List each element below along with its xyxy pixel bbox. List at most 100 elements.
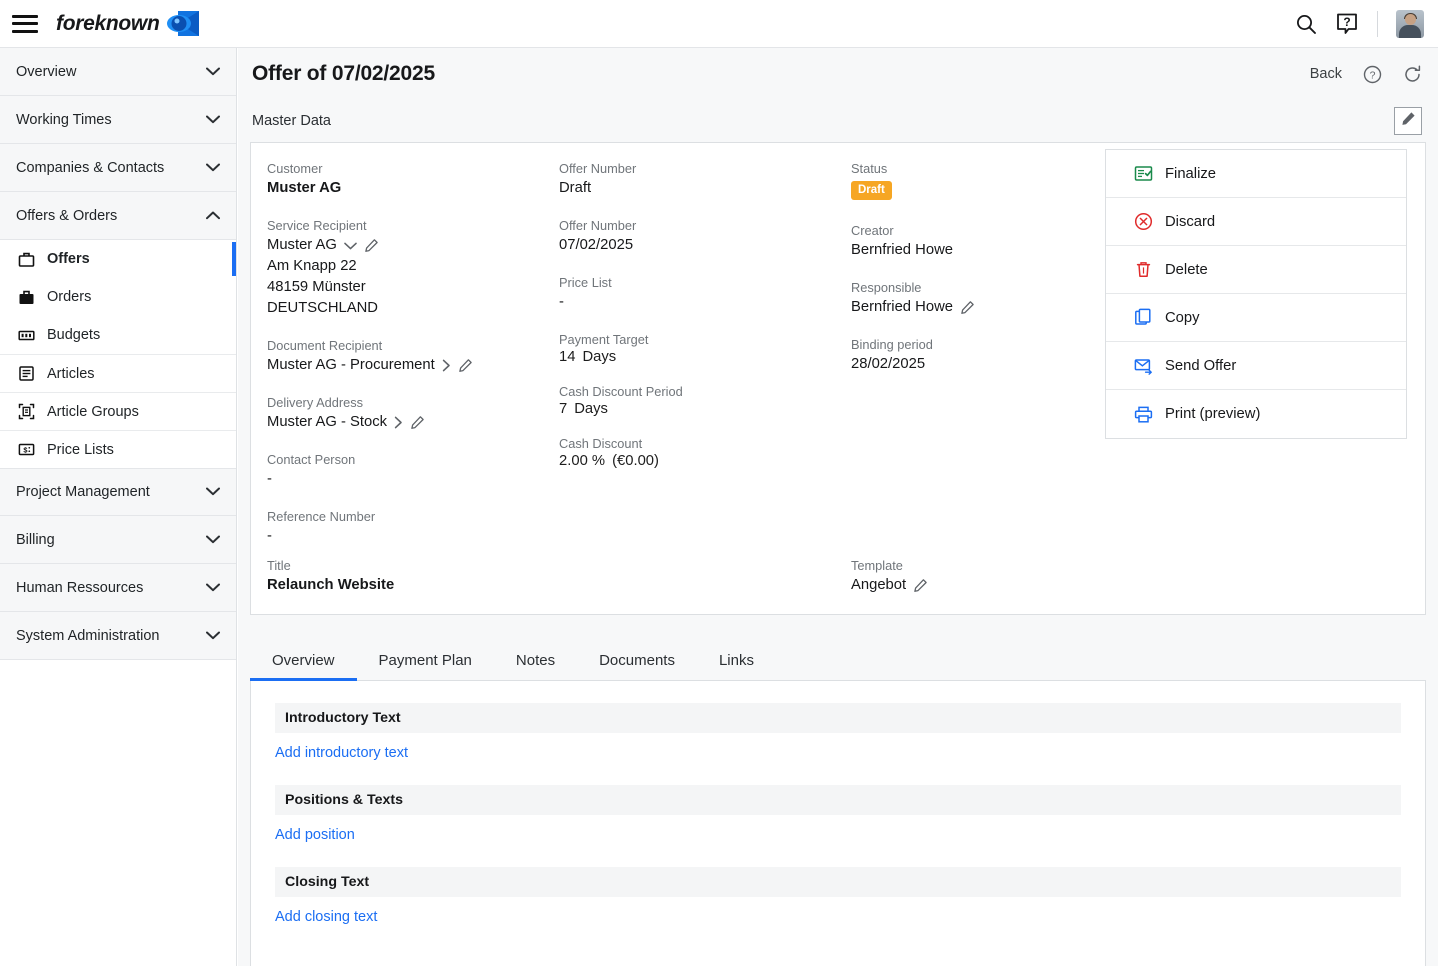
- sidebar-group-label: Offers & Orders: [16, 207, 118, 224]
- field-value: 14: [559, 349, 576, 365]
- address-line-1: Am Knapp 22: [267, 258, 357, 274]
- pencil-icon[interactable]: [410, 415, 425, 430]
- sidebar-group-working-times[interactable]: Working Times: [0, 96, 236, 144]
- sidebar-group-label: Project Management: [16, 484, 150, 500]
- field-delivery-address: Delivery Address Muster AG - Stock: [267, 393, 527, 433]
- help-icon[interactable]: ?: [1335, 12, 1359, 36]
- field-contact-person: Contact Person -: [267, 450, 527, 490]
- field-amount: (€0.00): [612, 453, 659, 469]
- sidebar-item-article-groups[interactable]: Article Groups: [0, 392, 236, 430]
- sidebar: Overview Working Times Companies & Conta…: [0, 48, 237, 966]
- action-delete[interactable]: Delete: [1106, 246, 1406, 294]
- refresh-icon[interactable]: [1403, 64, 1422, 84]
- sidebar-group-label: Overview: [16, 63, 77, 80]
- chevron-down-icon[interactable]: [344, 242, 357, 250]
- action-send-offer[interactable]: Send Offer: [1106, 342, 1406, 390]
- action-copy[interactable]: Copy: [1106, 294, 1406, 342]
- field-value-row: Angebot: [851, 575, 1077, 596]
- master-data-subheader: Master Data: [238, 100, 1438, 142]
- sidebar-item-offers[interactable]: Offers: [0, 240, 236, 278]
- sidebar-item-price-lists[interactable]: $ Price Lists: [0, 430, 236, 468]
- article-icon: [17, 364, 36, 383]
- field-label: Customer: [267, 161, 323, 176]
- master-data-column-2: Offer Number Draft Offer Number 07/02/20…: [543, 159, 835, 596]
- pencil-icon[interactable]: [458, 358, 473, 373]
- tab-overview[interactable]: Overview: [250, 652, 357, 681]
- tab-links[interactable]: Links: [697, 652, 776, 680]
- field-label: Creator: [851, 223, 894, 238]
- pencil-icon[interactable]: [364, 238, 379, 253]
- sidebar-group-system-administration[interactable]: System Administration: [0, 612, 236, 660]
- sidebar-group-project-management[interactable]: Project Management: [0, 468, 236, 516]
- hamburger-menu-icon[interactable]: [12, 14, 38, 33]
- field-label: Reference Number: [267, 509, 376, 524]
- field-label: Delivery Address: [267, 395, 364, 410]
- chevron-right-icon[interactable]: [442, 359, 451, 372]
- pencil-icon: [1401, 111, 1416, 131]
- circle-x-icon: [1134, 212, 1153, 231]
- tab-payment-plan[interactable]: Payment Plan: [357, 652, 494, 680]
- tab-label: Overview: [272, 652, 335, 669]
- sidebar-group-offers-orders[interactable]: Offers & Orders: [0, 192, 236, 240]
- search-icon[interactable]: [1295, 13, 1317, 35]
- field-label: Contact Person: [267, 452, 356, 467]
- section-heading: Closing Text: [275, 867, 1401, 897]
- field-reference-number: Reference Number -: [267, 507, 527, 547]
- section-positions-texts: Positions & Texts Add position: [275, 785, 1401, 859]
- pencil-icon[interactable]: [913, 578, 928, 593]
- field-payment-target: Payment Target 14 Days: [559, 330, 819, 365]
- banknote-icon: [17, 326, 36, 345]
- svg-text:?: ?: [1343, 15, 1350, 29]
- master-data-card: Customer Muster AG Service Recipient Mus…: [250, 142, 1426, 615]
- bottom-spacer: [543, 556, 835, 596]
- field-value: -: [559, 294, 564, 310]
- user-avatar[interactable]: [1396, 9, 1424, 38]
- field-value: 28/02/2025: [851, 356, 926, 372]
- tab-notes[interactable]: Notes: [494, 652, 577, 680]
- sidebar-group-human-ressources[interactable]: Human Ressources: [0, 564, 236, 612]
- sidebar-item-label: Price Lists: [47, 441, 114, 458]
- sidebar-group-overview[interactable]: Overview: [0, 48, 236, 96]
- field-template: Template Angebot: [835, 556, 1093, 596]
- field-label: Responsible: [851, 280, 922, 295]
- field-value: Draft: [559, 180, 592, 196]
- field-label: Document Recipient: [267, 338, 383, 353]
- sidebar-item-orders[interactable]: Orders: [0, 278, 236, 316]
- chevron-down-icon: [206, 64, 220, 80]
- field-value: Muster AG: [267, 237, 337, 253]
- master-data-bottom-row: Title Relaunch Website Template Angebot: [251, 556, 1425, 596]
- overview-panel: Introductory Text Add introductory text …: [250, 681, 1426, 966]
- sidebar-group-label: Working Times: [16, 111, 112, 128]
- address-line-3: DEUTSCHLAND: [267, 300, 378, 316]
- sidebar-item-label: Offers: [47, 251, 90, 267]
- add-position-link[interactable]: Add position: [275, 815, 355, 859]
- question-circle-icon[interactable]: ?: [1363, 65, 1382, 84]
- action-finalize[interactable]: Finalize: [1106, 150, 1406, 198]
- action-label: Finalize: [1165, 165, 1216, 182]
- sidebar-group-billing[interactable]: Billing: [0, 516, 236, 564]
- briefcase-outline-icon: [17, 250, 36, 269]
- action-discard[interactable]: Discard: [1106, 198, 1406, 246]
- action-label: Delete: [1165, 261, 1208, 278]
- chevron-down-icon: [206, 580, 220, 596]
- sidebar-group-label: Billing: [16, 531, 55, 548]
- sidebar-item-articles[interactable]: Articles: [0, 354, 236, 392]
- back-button[interactable]: Back: [1310, 66, 1342, 82]
- field-label: Status: [851, 161, 888, 176]
- action-print-preview[interactable]: Print (preview): [1106, 390, 1406, 438]
- edit-master-data-button[interactable]: [1394, 107, 1422, 135]
- field-offer-date: Offer Number 07/02/2025: [559, 216, 819, 256]
- tab-documents[interactable]: Documents: [577, 652, 697, 680]
- pencil-icon[interactable]: [960, 300, 975, 315]
- sidebar-group-companies-contacts[interactable]: Companies & Contacts: [0, 144, 236, 192]
- sidebar-item-budgets[interactable]: Budgets: [0, 316, 236, 354]
- price-list-icon: $: [17, 440, 36, 459]
- add-introductory-text-link[interactable]: Add introductory text: [275, 733, 408, 777]
- add-closing-text-link[interactable]: Add closing text: [275, 897, 377, 941]
- content-tabs: Overview Payment Plan Notes Documents Li…: [250, 639, 1426, 681]
- field-label: Service Recipient: [267, 218, 367, 233]
- chevron-down-icon: [206, 628, 220, 644]
- field-value: -: [267, 528, 272, 544]
- chevron-right-icon[interactable]: [394, 416, 403, 429]
- brand-logo[interactable]: foreknown: [56, 10, 200, 37]
